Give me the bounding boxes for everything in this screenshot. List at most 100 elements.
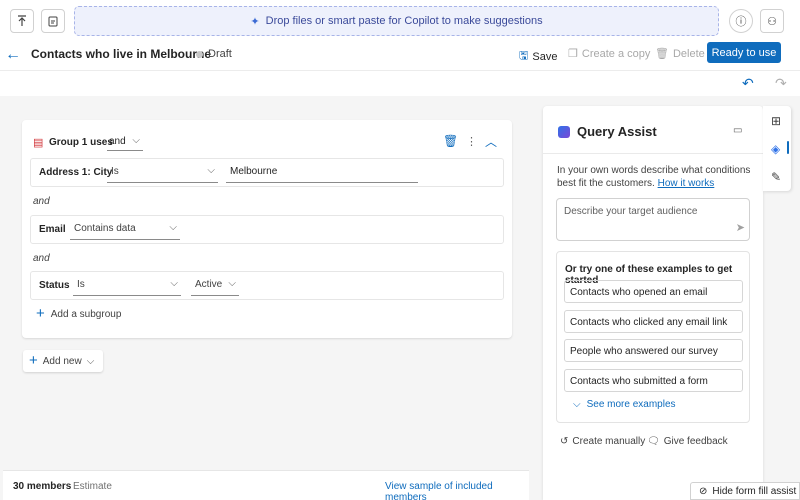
members-footer: 30 members Estimate View sample of inclu… bbox=[3, 470, 529, 500]
status-badge: Draft bbox=[196, 48, 232, 60]
divider bbox=[543, 153, 763, 154]
example-item[interactable]: People who answered our survey bbox=[564, 339, 743, 362]
page-header: ← Contacts who live in Melbourne Draft 🖫… bbox=[0, 40, 800, 71]
delete-group-icon[interactable]: 🗑 bbox=[443, 134, 458, 148]
group-operator-select[interactable]: and ⌵ bbox=[107, 133, 143, 151]
value-status: Active bbox=[195, 279, 223, 290]
query-assist-title: Query Assist bbox=[577, 124, 657, 139]
delete-label: Delete bbox=[672, 47, 705, 60]
add-new-label: Add new bbox=[42, 355, 82, 367]
view-sample-link[interactable]: View sample of included members bbox=[385, 481, 529, 500]
group-label: Group 1 uses bbox=[49, 137, 113, 148]
chevron-down-icon: ⌵ bbox=[86, 355, 95, 367]
trash-icon: 🗑 bbox=[655, 48, 669, 60]
example-item[interactable]: Contacts who opened an email bbox=[564, 280, 743, 303]
chevron-down-icon: ⌵ bbox=[207, 165, 215, 176]
value-select-status[interactable]: Active ⌵ bbox=[191, 276, 239, 296]
chevron-down-icon: ⌵ bbox=[169, 222, 177, 233]
give-feedback-button[interactable]: 🗨 Give feedback bbox=[647, 436, 728, 447]
operator-value-email: Contains data bbox=[74, 223, 136, 234]
create-copy-button[interactable]: ❐ Create a copy bbox=[568, 47, 651, 61]
audience-input[interactable]: Describe your target audience ➤ bbox=[556, 198, 750, 241]
create-manually-button[interactable]: ↺ Create manually bbox=[560, 436, 645, 447]
active-indicator bbox=[787, 141, 789, 154]
create-copy-label: Create a copy bbox=[581, 47, 651, 60]
delete-button[interactable]: 🗑 Delete bbox=[655, 47, 705, 61]
field-label-status: Status bbox=[39, 280, 70, 291]
operator-select-email[interactable]: Contains data ⌵ bbox=[70, 220, 180, 240]
operator-select-city[interactable]: Is ⌵ bbox=[107, 163, 218, 183]
form-assist-icon[interactable]: ✎ bbox=[771, 170, 781, 184]
query-assist-panel: Query Assist ▭ In your own words describ… bbox=[543, 106, 763, 500]
operator-value-status: Is bbox=[77, 279, 85, 290]
feedback-icon: 🗨 bbox=[647, 436, 660, 447]
see-more-examples-button[interactable]: ⌵ See more examples bbox=[573, 399, 676, 410]
copilot-dropzone[interactable]: ✦ Drop files or smart paste for Copilot … bbox=[74, 6, 719, 36]
save-button[interactable]: 🖫 Save bbox=[519, 47, 557, 66]
description-text: In your own words describe what conditio… bbox=[557, 165, 751, 189]
add-new-button[interactable]: + Add new ⌵ bbox=[23, 350, 103, 372]
back-arrow-icon[interactable]: ← bbox=[5, 46, 21, 64]
add-subgroup-button[interactable]: + Add a subgroup bbox=[36, 305, 122, 322]
add-panel-icon[interactable]: ⊞ bbox=[771, 114, 781, 128]
how-it-works-link[interactable]: How it works bbox=[658, 178, 715, 189]
field-label-city: Address 1: City bbox=[39, 167, 113, 178]
example-item[interactable]: Contacts who submitted a form bbox=[564, 369, 743, 392]
page-title: Contacts who live in Melbourne bbox=[31, 47, 212, 61]
side-rail: ⊞ ◈ ✎ bbox=[763, 106, 791, 191]
plus-icon: + bbox=[36, 305, 45, 322]
connection-icon[interactable]: ⚇ bbox=[760, 9, 784, 33]
copy-icon: ❐ bbox=[568, 48, 578, 60]
status-text: Draft bbox=[208, 48, 232, 60]
value-input-city[interactable]: Melbourne bbox=[226, 163, 418, 183]
chevron-down-icon: ⌵ bbox=[170, 278, 178, 289]
undo-icon[interactable]: ↶ bbox=[742, 75, 754, 92]
operator-select-status[interactable]: Is ⌵ bbox=[73, 276, 181, 296]
collapse-icon[interactable]: ︿ bbox=[485, 133, 497, 150]
copilot-icon[interactable]: ◈ bbox=[771, 142, 780, 156]
more-options-icon[interactable]: ⋮ bbox=[466, 135, 477, 148]
group-operator-value: and bbox=[109, 136, 126, 147]
ready-to-use-button[interactable]: Ready to use bbox=[707, 42, 781, 63]
draft-dot-icon bbox=[196, 50, 203, 58]
hide-form-label: Hide form fill assist bbox=[712, 485, 797, 497]
info-icon[interactable]: ⓘ bbox=[729, 9, 753, 33]
chevron-down-icon: ⌵ bbox=[573, 399, 581, 410]
top-toolbar: ✦ Drop files or smart paste for Copilot … bbox=[0, 0, 800, 40]
members-count: 30 members bbox=[13, 481, 72, 492]
upload-icon[interactable] bbox=[10, 9, 34, 33]
condition-row-city: Address 1: City Is ⌵ Melbourne bbox=[30, 158, 504, 187]
field-label-email: Email bbox=[39, 224, 66, 235]
dropzone-text: Drop files or smart paste for Copilot to… bbox=[265, 15, 543, 27]
undo-arrow-icon: ↺ bbox=[560, 436, 569, 447]
examples-box: Or try one of these examples to get star… bbox=[556, 251, 750, 423]
condition-row-status: Status Is ⌵ Active ⌵ bbox=[30, 271, 504, 300]
sparkle-icon: ✦ bbox=[250, 15, 260, 28]
undo-redo-bar: ↶ ↷ bbox=[0, 71, 800, 96]
add-subgroup-label: Add a subgroup bbox=[50, 308, 122, 320]
redo-icon[interactable]: ↷ bbox=[775, 75, 787, 92]
query-assist-description: In your own words describe what conditio… bbox=[557, 164, 753, 190]
and-joiner: and bbox=[33, 253, 50, 264]
save-label: Save bbox=[532, 50, 558, 63]
create-manually-label: Create manually bbox=[572, 436, 646, 447]
copilot-logo-icon bbox=[558, 126, 570, 138]
see-more-label: See more examples bbox=[586, 399, 676, 410]
example-item[interactable]: Contacts who clicked any email link bbox=[564, 310, 743, 333]
group-icon: ▤ bbox=[33, 137, 44, 149]
eye-off-icon: ⊘ bbox=[699, 485, 708, 497]
save-icon: 🖫 bbox=[519, 50, 529, 62]
operator-value-city: Is bbox=[111, 166, 119, 177]
condition-row-email: Email Contains data ⌵ bbox=[30, 215, 504, 244]
and-joiner: and bbox=[33, 196, 50, 207]
panel-toggle-icon[interactable]: ▭ bbox=[733, 125, 742, 136]
give-feedback-label: Give feedback bbox=[663, 436, 728, 447]
chevron-down-icon: ⌵ bbox=[228, 278, 236, 289]
send-icon[interactable]: ➤ bbox=[736, 221, 745, 234]
chevron-down-icon: ⌵ bbox=[132, 135, 140, 146]
estimate-label: Estimate bbox=[73, 481, 112, 492]
audience-placeholder: Describe your target audience bbox=[564, 206, 698, 217]
clipboard-icon[interactable] bbox=[41, 9, 65, 33]
plus-icon: + bbox=[29, 352, 38, 369]
hide-form-fill-assist-button[interactable]: ⊘ Hide form fill assist bbox=[690, 482, 800, 500]
